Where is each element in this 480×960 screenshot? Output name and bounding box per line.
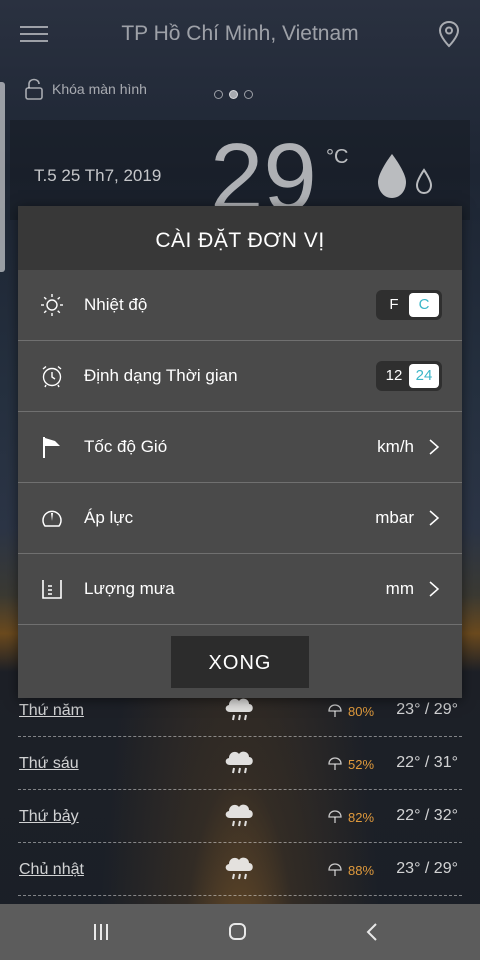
precip-percent: 80%: [348, 704, 375, 719]
wind-flag-icon: [43, 437, 60, 458]
forecast-day[interactable]: Thứ sáu: [19, 755, 79, 773]
lock-screen-label: Khóa màn hình: [52, 81, 147, 97]
city-title[interactable]: TP Hồ Chí Minh, Vietnam: [0, 22, 480, 46]
back-icon[interactable]: [366, 922, 378, 942]
current-date: T.5 25 Th7, 2019: [34, 166, 162, 185]
setting-label: Tốc độ Gió: [84, 437, 168, 456]
list-item[interactable]: Chủ nhật 88% 23° / 29°: [18, 843, 462, 896]
rain-cloud-icon: [225, 751, 253, 774]
precip-percent: 52%: [348, 757, 375, 772]
temp-range: 22° / 31°: [396, 754, 458, 771]
pressure-gauge-icon: [42, 510, 62, 527]
home-icon[interactable]: [229, 923, 246, 940]
umbrella-icon: [328, 810, 342, 823]
lock-screen-toggle[interactable]: Khóa màn hình: [24, 78, 147, 100]
top-bar: TP Hồ Chí Minh, Vietnam: [0, 0, 480, 70]
temp-range: 22° / 32°: [396, 807, 458, 824]
setting-label: Áp lực: [84, 508, 134, 527]
precip-percent: 88%: [348, 863, 375, 878]
umbrella-icon: [328, 863, 342, 876]
done-button[interactable]: XONG: [171, 636, 309, 688]
setting-value: mbar: [375, 508, 414, 527]
option-24h[interactable]: 24: [409, 364, 439, 388]
setting-value: km/h: [377, 437, 414, 456]
chevron-right-icon: [429, 510, 440, 526]
time-format-toggle[interactable]: 12 24: [376, 361, 442, 391]
rain-cloud-icon: [225, 804, 253, 827]
side-drawer-handle[interactable]: [0, 82, 5, 272]
sun-icon: [41, 294, 63, 316]
setting-row-precipitation[interactable]: Lượng mưa mm: [18, 554, 462, 625]
setting-row-wind-speed[interactable]: Tốc độ Gió km/h: [18, 412, 462, 483]
forecast-day[interactable]: Thứ bảy: [19, 808, 79, 826]
unit-settings-dialog: CÀI ĐẶT ĐƠN VỊ Nhiệt độ F C Định dạng Th…: [18, 206, 462, 698]
recent-apps-icon[interactable]: [94, 924, 112, 940]
setting-row-temperature: Nhiệt độ F C: [18, 270, 462, 341]
setting-row-pressure[interactable]: Áp lực mbar: [18, 483, 462, 554]
temp-range: 23° / 29°: [396, 701, 458, 718]
chevron-right-icon: [429, 581, 440, 597]
temperature-unit: °C: [326, 146, 349, 168]
location-pin-icon[interactable]: [438, 20, 460, 48]
option-fahrenheit[interactable]: F: [379, 293, 409, 317]
lock-icon: [25, 78, 43, 100]
setting-label: Định dạng Thời gian: [84, 366, 238, 385]
list-item[interactable]: Thứ bảy 82% 22° / 32°: [18, 790, 462, 843]
temp-range: 23° / 29°: [396, 860, 458, 877]
rain-drops-icon: [378, 154, 433, 198]
rain-cloud-icon: [225, 698, 253, 721]
option-celsius[interactable]: C: [409, 293, 439, 317]
chevron-right-icon: [429, 439, 440, 455]
alarm-clock-icon: [42, 365, 62, 388]
setting-row-time-format: Định dạng Thời gian 12 24: [18, 341, 462, 412]
rain-cloud-icon: [225, 857, 253, 880]
dialog-title: CÀI ĐẶT ĐƠN VỊ: [18, 206, 462, 270]
umbrella-icon: [328, 704, 342, 717]
setting-value: mm: [385, 579, 414, 598]
forecast-day[interactable]: Chủ nhật: [19, 861, 84, 879]
rain-gauge-icon: [42, 580, 62, 599]
forecast-list: Thứ năm 80% 23° / 29° Thứ sáu 52% 22° / …: [0, 684, 480, 896]
list-item[interactable]: Thứ sáu 52% 22° / 31°: [18, 737, 462, 790]
page-indicator: [214, 90, 253, 99]
setting-label: Lượng mưa: [84, 579, 175, 598]
setting-label: Nhiệt độ: [84, 295, 148, 314]
option-12h[interactable]: 12: [379, 364, 409, 388]
umbrella-icon: [328, 757, 342, 770]
forecast-day[interactable]: Thứ năm: [19, 702, 84, 720]
temperature-unit-toggle[interactable]: F C: [376, 290, 442, 320]
precip-percent: 82%: [348, 810, 375, 825]
system-navigation-bar: [0, 904, 480, 960]
